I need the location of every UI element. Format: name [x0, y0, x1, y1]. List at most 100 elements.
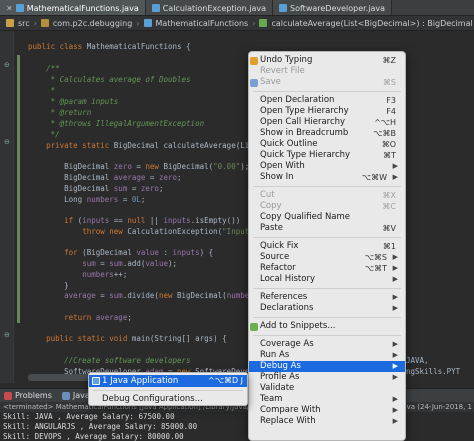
- menu-item-add-to-snippets[interactable]: Add to Snippets...: [249, 321, 405, 332]
- menu-item-label: Open With: [260, 161, 305, 171]
- code-line: * @throws IllegalArgumentException: [50, 119, 205, 128]
- menu-item-shortcut: ⌥⌘W: [361, 173, 387, 182]
- menu-item-label: Open Declaration: [260, 95, 335, 105]
- tab-problems[interactable]: Problems: [4, 391, 52, 400]
- javadoc-icon: [61, 391, 70, 400]
- menu-item-paste[interactable]: Paste ⌘V: [249, 223, 405, 234]
- menu-item-label: Validate: [260, 383, 295, 393]
- menu-item-label: Cut: [260, 190, 275, 200]
- code-line: public class MathematicalFunctions {: [28, 42, 191, 51]
- add-to-snippets-icon: [250, 323, 258, 331]
- menu-item-shortcut: ⌘O: [381, 140, 396, 149]
- menu-item-local-history[interactable]: Local History ▶: [249, 274, 405, 285]
- breadcrumb-item[interactable]: MathematicalFunctions: [156, 19, 249, 28]
- breadcrumb-separator: ›: [33, 18, 37, 28]
- breadcrumb-separator: ›: [252, 18, 256, 28]
- problems-icon: [4, 391, 12, 400]
- menu-item-quick-outline[interactable]: Quick Outline ⌘O: [249, 139, 405, 150]
- menu-item-shortcut: ⌘S: [382, 78, 396, 87]
- code-line: //Create software developers: [64, 356, 191, 365]
- menu-item-copy-qualified-name[interactable]: Copy Qualified Name: [249, 212, 405, 223]
- tab-calculationexception-java[interactable]: CalculationException.java: [145, 0, 274, 15]
- menu-item-refactor[interactable]: Refactor ▶ ⌥⌘T: [249, 263, 405, 274]
- menu-item-declarations[interactable]: Declarations ▶: [249, 303, 405, 314]
- menu-item-coverage-as[interactable]: Coverage As ▶: [249, 339, 405, 350]
- menu-item-quick-fix[interactable]: Quick Fix ⌘1: [249, 241, 405, 252]
- menu-item-compare-with[interactable]: Compare With ▶: [249, 405, 405, 416]
- code-line: BigDecimal average = zero;: [28, 173, 182, 182]
- menu-item-open-declaration[interactable]: Open Declaration F3: [249, 95, 405, 106]
- menu-item-shortcut: ⌘1: [382, 242, 396, 251]
- code-fragment: JAVA,: [406, 356, 429, 365]
- menu-item-label: Source: [260, 252, 290, 262]
- menu-item-undo-typing[interactable]: Undo Typing ⌘Z: [249, 55, 405, 66]
- menu-item-label: 1 Java Application: [102, 376, 179, 386]
- menu-item-revert-file: Revert File: [249, 66, 405, 77]
- menu-item-copy: Copy ⌘C: [249, 201, 405, 212]
- menu-item-open-type-hierarchy[interactable]: Open Type Hierarchy F4: [249, 106, 405, 117]
- menu-item-open-call-hierarchy[interactable]: Open Call Hierarchy ^⌥H: [249, 117, 405, 128]
- menu-item-references[interactable]: References ▶: [249, 292, 405, 303]
- fold-marker[interactable]: ⊖: [4, 138, 10, 146]
- code-line: throw new CalculationException("Input li…: [82, 227, 281, 236]
- menu-item-show-in[interactable]: Show In ▶ ⌥⌘W: [249, 172, 405, 183]
- java-file-icon: [15, 4, 24, 12]
- menu-item-shortcut: ⌥⌘B: [373, 129, 396, 138]
- breadcrumb-item[interactable]: com.p2c.debugging: [53, 19, 132, 28]
- tab-label: SoftwareDeveloper.java: [290, 3, 386, 13]
- code-line: return average;: [64, 313, 132, 322]
- submenu-arrow-icon: ▶: [392, 304, 398, 312]
- menu-item-validate[interactable]: Validate: [249, 383, 405, 394]
- menu-item-shortcut: ⌥⌘T: [364, 264, 387, 273]
- class-icon: [143, 19, 152, 27]
- fold-marker[interactable]: ⊖: [4, 61, 10, 69]
- code-line: numbers++;: [82, 270, 128, 279]
- menu-item-java-application[interactable]: 1 Java Application ^⌥⌘D J: [89, 375, 247, 387]
- menu-item-quick-type-hierarchy[interactable]: Quick Type Hierarchy ⌘T: [249, 150, 405, 161]
- menu-separator: [253, 91, 401, 92]
- submenu-arrow-icon: ▶: [392, 173, 398, 181]
- menu-item-run-as[interactable]: Run As ▶: [249, 350, 405, 361]
- close-tab-icon[interactable]: ✕: [6, 4, 13, 13]
- menu-item-label: Debug As: [260, 361, 301, 371]
- menu-item-show-in-breadcrumb[interactable]: Show in Breadcrumb ⌥⌘B: [249, 128, 405, 139]
- submenu-arrow-icon: ▶: [392, 293, 398, 301]
- submenu-arrow-icon: ▶: [392, 395, 398, 403]
- java-file-icon: [151, 4, 160, 12]
- menu-item-label: Quick Type Hierarchy: [260, 150, 351, 160]
- menu-separator: [253, 317, 401, 318]
- menu-item-source[interactable]: Source ▶ ⌥⌘S: [249, 252, 405, 263]
- menu-item-label: Team: [260, 394, 283, 404]
- breadcrumb-separator: ›: [136, 18, 140, 28]
- submenu-arrow-icon: ▶: [392, 406, 398, 414]
- menu-item-shortcut: ⌘T: [383, 151, 396, 160]
- menu-item-profile-as[interactable]: Profile As ▶: [249, 372, 405, 383]
- code-line: * @param inputs: [50, 97, 119, 106]
- submenu-arrow-icon: ▶: [392, 351, 398, 359]
- code-line: BigDecimal zero = new BigDecimal("0.00")…: [28, 162, 250, 171]
- code-fragment: ngSkills.PYT: [406, 367, 461, 376]
- submenu-arrow-icon: ▶: [392, 373, 398, 381]
- menu-item-debug-configurations[interactable]: Debug Configurations...: [89, 393, 247, 405]
- code-line: for (BigDecimal value : inputs) {: [64, 248, 214, 257]
- context-menu: Undo Typing ⌘Z Revert File Save ⌘S Open Decla…: [248, 51, 406, 441]
- menu-item-open-with[interactable]: Open With ▶: [249, 161, 405, 172]
- console-line: Skill: JAVA , Average Salary: 67500.00: [3, 412, 175, 421]
- menu-item-label: Paste: [260, 223, 283, 233]
- menu-item-shortcut: F4: [386, 107, 396, 116]
- menu-item-label: Quick Fix: [260, 241, 299, 251]
- fold-marker[interactable]: ⊖: [4, 331, 10, 339]
- change-indicator: [17, 55, 20, 323]
- method-icon: [259, 19, 268, 27]
- menu-item-label: Refactor: [260, 263, 296, 273]
- tab-softwaredeveloper-java[interactable]: SoftwareDeveloper.java: [273, 0, 393, 15]
- breadcrumb-item[interactable]: src: [18, 19, 30, 28]
- menu-item-label: Replace With: [260, 416, 316, 426]
- tab-mathematicalfunctions-java[interactable]: ✕ MathematicalFunctions.java: [0, 0, 146, 15]
- menu-item-debug-as[interactable]: Debug As ▶: [249, 361, 405, 372]
- save-icon: [250, 79, 258, 87]
- menu-item-replace-with[interactable]: Replace With ▶: [249, 416, 405, 427]
- breadcrumb-item[interactable]: calculateAverage(List<BigDecimal>) : Big…: [271, 19, 472, 28]
- menu-item-team[interactable]: Team ▶: [249, 394, 405, 405]
- submenu-arrow-icon: ▶: [392, 275, 398, 283]
